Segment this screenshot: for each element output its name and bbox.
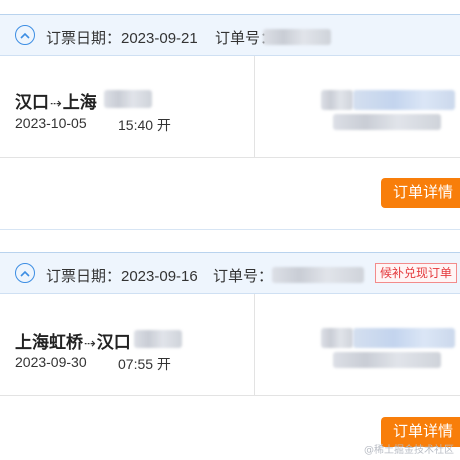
route-from: 上海虹桥 [15,333,83,352]
departure-date: 2023-09-30 [15,354,87,370]
route-to: 上海 [62,93,97,112]
route-to: 汉口 [96,333,131,352]
route: 上海虹桥⇢汉口 [15,328,131,353]
price-redacted [333,114,441,130]
order-card-body: 汉口⇢上海 2023-10-05 15:40 开 [0,56,460,158]
seat-info-redacted [353,328,455,348]
route-arrow-icon: ⇢ [50,95,62,111]
route: 汉口⇢上海 [15,88,97,113]
order-number-label: 订单号： [213,268,274,285]
order-card: 订票日期：2023-09-16 订单号： 候补兑现订单 上海虹桥⇢汉口 2023… [0,232,460,460]
order-card: 订票日期：2023-09-21 订单号： 汉口⇢上海 2023-10-05 15… [0,0,460,232]
chevron-up-circle-icon[interactable] [15,263,35,283]
card-separator [0,229,460,230]
train-number-redacted [134,330,182,348]
passenger-redacted [321,90,353,110]
waitlist-badge: 候补兑现订单 [375,263,458,283]
divider [254,294,255,395]
order-number-redacted [263,29,331,45]
departure-time: 07:55 开 [118,356,171,372]
seat-info-redacted [353,90,455,110]
passenger-redacted [321,328,353,348]
order-detail-button[interactable]: 订单详情 [381,178,460,208]
route-from: 汉口 [15,93,49,112]
order-card-header: 订票日期：2023-09-21 订单号： [0,14,460,56]
booking-date: 订票日期：2023-09-21 [46,30,198,47]
price-redacted [333,352,441,368]
departure-date: 2023-10-05 [15,115,87,131]
booking-date: 订票日期：2023-09-16 [46,268,198,285]
order-number-redacted [272,267,364,283]
order-card-header: 订票日期：2023-09-16 订单号： 候补兑现订单 [0,252,460,294]
route-arrow-icon: ⇢ [84,335,96,351]
watermark: @稀土掘金技术社区 [364,445,454,456]
chevron-up-circle-icon[interactable] [15,25,35,45]
divider [254,56,255,157]
train-number-redacted [104,90,152,108]
departure-time: 15:40 开 [118,117,171,133]
order-card-body: 上海虹桥⇢汉口 2023-09-30 07:55 开 [0,294,460,396]
